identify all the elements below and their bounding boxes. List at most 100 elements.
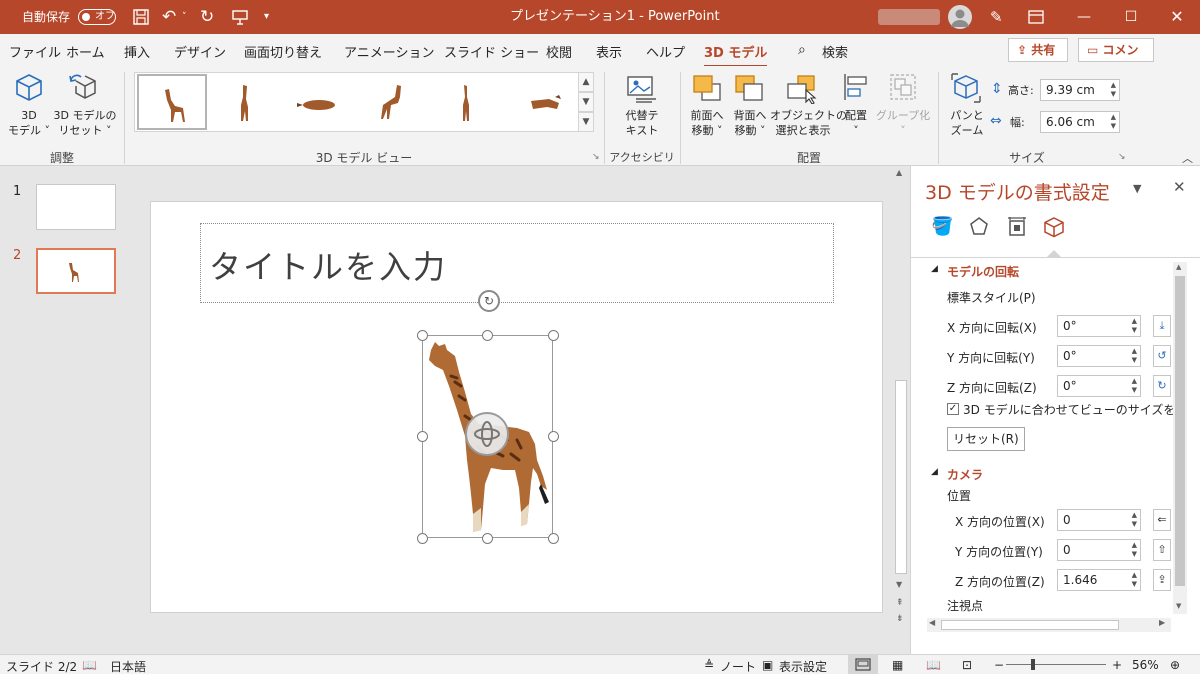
camera-y-spinner[interactable]: ▲ ▼: [1132, 541, 1137, 559]
tab-insert[interactable]: 挿入: [124, 42, 150, 61]
y-rotate-step-icon[interactable]: ↺: [1153, 345, 1171, 367]
resize-handle-w[interactable]: [417, 431, 428, 442]
selection-pane-button[interactable]: オブジェクトの 選択と表示: [770, 108, 847, 138]
slide-thumbnail-2[interactable]: [36, 248, 116, 294]
display-settings-button[interactable]: 表示設定: [779, 658, 827, 674]
collapse-rotation-icon[interactable]: ◢: [931, 264, 938, 274]
slide-sorter-icon[interactable]: ▦: [892, 658, 903, 672]
fit-slide-icon[interactable]: ⊕: [1170, 658, 1180, 672]
resize-handle-sw[interactable]: [417, 533, 428, 544]
minimize-button[interactable]: —: [1061, 0, 1107, 34]
3d-model-tab-icon[interactable]: [1043, 216, 1065, 241]
camera-x-spinner[interactable]: ▲ ▼: [1132, 511, 1137, 529]
rotate-handle-icon[interactable]: ↻: [478, 290, 500, 312]
pan-zoom-button[interactable]: パンと ズーム: [944, 108, 990, 138]
tab-slideshow[interactable]: スライド ショー: [444, 42, 539, 61]
zoom-in-button[interactable]: +: [1112, 658, 1122, 672]
resize-handle-n[interactable]: [482, 330, 493, 341]
x-rotate-step-icon[interactable]: ⤓: [1153, 315, 1171, 337]
camera-z-step-icon[interactable]: ⇪: [1153, 569, 1171, 591]
resize-handle-nw[interactable]: [417, 330, 428, 341]
language-indicator[interactable]: 日本語: [110, 658, 146, 674]
fit-view-checkbox[interactable]: ✓: [947, 403, 959, 415]
z-rotation-spinner[interactable]: ▲ ▼: [1132, 377, 1137, 395]
present-from-start-icon[interactable]: [232, 0, 248, 34]
pane-horizontal-scrollbar[interactable]: ◀ ▶: [927, 618, 1171, 632]
height-spinner[interactable]: ▲ ▼: [1111, 81, 1116, 99]
pane-scroll-left-icon[interactable]: ◀: [929, 618, 935, 627]
undo-dropdown-icon[interactable]: ˅: [182, 0, 187, 34]
scroll-thumb[interactable]: [895, 380, 907, 574]
pane-scroll-right-icon[interactable]: ▶: [1159, 618, 1165, 627]
width-input[interactable]: 6.06 cm ▲ ▼: [1040, 111, 1120, 133]
slide[interactable]: タイトルを入力 ↻: [150, 201, 883, 613]
send-backward-button[interactable]: 背面へ 移動 ˅: [728, 108, 772, 138]
undo-icon[interactable]: ↶: [162, 0, 176, 34]
avatar[interactable]: [948, 5, 972, 29]
pane-scroll-thumb[interactable]: [1175, 276, 1185, 586]
bring-forward-button[interactable]: 前面へ 移動 ˅: [684, 108, 730, 138]
gallery-scroll-up-button[interactable]: ▲: [578, 72, 594, 92]
title-placeholder[interactable]: タイトルを入力: [200, 223, 834, 303]
dialog-launcher-icon[interactable]: ↘: [592, 152, 600, 162]
width-spinner[interactable]: ▲ ▼: [1111, 113, 1116, 131]
coauthoring-icon[interactable]: ✎: [990, 0, 1003, 34]
camera-z-spinner[interactable]: ▲ ▼: [1132, 571, 1137, 589]
rotation-reset-button[interactable]: リセット(R): [947, 427, 1025, 451]
x-rotation-spinner[interactable]: ▲ ▼: [1132, 317, 1137, 335]
rotation-section-header[interactable]: モデルの回転: [947, 263, 1019, 280]
zoom-level[interactable]: 56%: [1132, 658, 1159, 672]
camera-z-input[interactable]: 1.646 ▲ ▼: [1057, 569, 1141, 591]
next-slide-icon[interactable]: ⇟: [896, 614, 904, 624]
redo-icon[interactable]: ↻: [200, 0, 214, 34]
y-rotation-input[interactable]: 0° ▲ ▼: [1057, 345, 1141, 367]
alt-text-button[interactable]: 代替テ キスト: [612, 108, 672, 138]
pane-hscroll-thumb[interactable]: [941, 620, 1119, 630]
comment-button[interactable]: ▭ コメント: [1078, 38, 1154, 79]
tab-animations[interactable]: アニメーション: [344, 42, 434, 61]
giraffe-view-back-icon[interactable]: [441, 83, 491, 123]
group-objects-button[interactable]: グループ化 ˅: [874, 108, 932, 138]
tab-3d-model[interactable]: 3D モデル: [704, 42, 768, 68]
spellcheck-icon[interactable]: 📖: [82, 658, 97, 672]
scroll-up-icon[interactable]: ▲: [896, 168, 902, 177]
zoom-out-button[interactable]: −: [994, 658, 1004, 672]
pane-scroll-down-icon[interactable]: ▼: [1176, 602, 1181, 610]
3d-rotate-control-icon[interactable]: [465, 412, 509, 456]
slideshow-view-icon[interactable]: ⊡: [962, 658, 972, 672]
effects-tab-icon[interactable]: [969, 216, 989, 239]
collapse-camera-icon[interactable]: ◢: [931, 467, 938, 477]
gallery-more-button[interactable]: ▼: [578, 112, 594, 132]
pane-vertical-scrollbar[interactable]: ▲ ▼: [1173, 262, 1187, 614]
tab-design[interactable]: デザイン: [174, 42, 226, 61]
gallery-scroll-down-button[interactable]: ▼: [578, 92, 594, 112]
resize-handle-s[interactable]: [482, 533, 493, 544]
size-properties-tab-icon[interactable]: [1007, 216, 1027, 241]
tab-review[interactable]: 校閲: [546, 42, 572, 61]
save-icon[interactable]: [132, 0, 150, 34]
align-button[interactable]: 配置 ˅: [838, 108, 874, 138]
normal-view-button[interactable]: [848, 655, 878, 674]
x-rotation-input[interactable]: 0° ▲ ▼: [1057, 315, 1141, 337]
zoom-slider-thumb[interactable]: [1031, 659, 1035, 670]
slide-thumbnail-1[interactable]: [36, 184, 116, 230]
z-rotation-input[interactable]: 0° ▲ ▼: [1057, 375, 1141, 397]
y-rotation-spinner[interactable]: ▲ ▼: [1132, 347, 1137, 365]
canvas-vertical-scrollbar[interactable]: ▲ ▼ ⇞ ⇟: [892, 166, 910, 654]
qat-customize-icon[interactable]: ▾: [264, 0, 269, 34]
camera-y-step-icon[interactable]: ⇧: [1153, 539, 1171, 561]
tab-help[interactable]: ヘルプ: [646, 42, 685, 61]
height-input[interactable]: 9.39 cm ▲ ▼: [1040, 79, 1120, 101]
pane-scroll-up-icon[interactable]: ▲: [1176, 263, 1181, 271]
camera-x-input[interactable]: 0 ▲ ▼: [1057, 509, 1141, 531]
camera-section-header[interactable]: カメラ: [947, 466, 983, 483]
maximize-button[interactable]: ☐: [1108, 0, 1154, 34]
resize-handle-e[interactable]: [548, 431, 559, 442]
giraffe-view-lying-icon[interactable]: [519, 83, 569, 123]
size-dialog-launcher-icon[interactable]: ↘: [1118, 152, 1126, 162]
tab-transitions[interactable]: 画面切り替え: [244, 42, 322, 61]
camera-x-step-icon[interactable]: ⇐: [1153, 509, 1171, 531]
giraffe-view-angled-icon[interactable]: [367, 83, 417, 123]
notes-button[interactable]: ノート: [720, 658, 756, 674]
reading-view-icon[interactable]: 📖: [926, 658, 941, 672]
